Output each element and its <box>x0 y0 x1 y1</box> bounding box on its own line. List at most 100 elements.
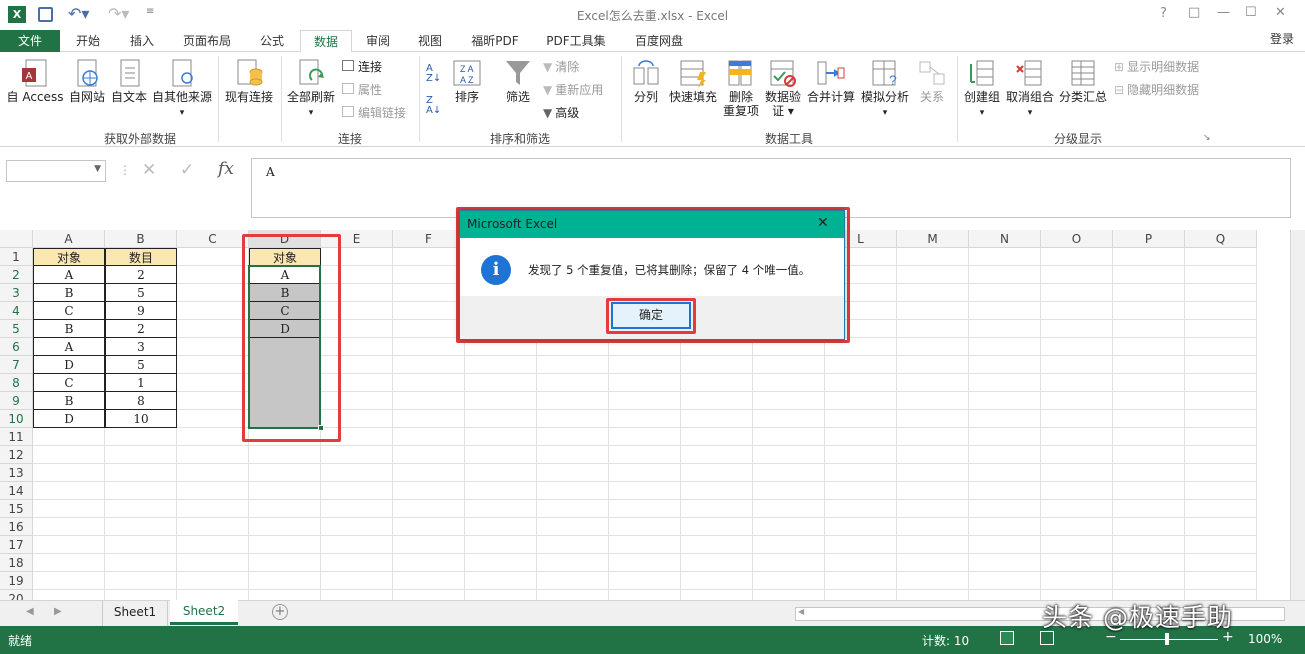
ok-button[interactable]: 确定 <box>611 302 691 329</box>
cell-a4[interactable]: C <box>33 302 105 320</box>
from-web-button[interactable]: 自网站 <box>66 58 108 104</box>
row-header-19[interactable]: 19 <box>0 572 33 590</box>
relationships-button[interactable]: 关系 <box>912 58 952 104</box>
cell-a3[interactable]: B <box>33 284 105 302</box>
cell-a2[interactable]: A <box>33 266 105 284</box>
close-button[interactable]: ✕ <box>1275 5 1286 20</box>
scroll-sheets-left-icon[interactable]: ◀ <box>26 606 34 617</box>
sort-za-button[interactable]: Z A↓ <box>426 96 441 116</box>
consolidate-button[interactable]: 合并计算 <box>804 58 858 104</box>
hide-detail-button[interactable]: ⊟ 隐藏明细数据 <box>1114 83 1199 97</box>
row-header-8[interactable]: 8 <box>0 374 33 392</box>
group-button[interactable]: 创建组 ▾ <box>960 58 1004 120</box>
row-header-6[interactable]: 6 <box>0 338 33 356</box>
tab-pdf-tools[interactable]: PDF工具集 <box>538 30 614 52</box>
name-box[interactable]: ▼ <box>6 160 106 182</box>
vertical-scrollbar[interactable] <box>1290 230 1305 600</box>
column-header-a[interactable]: A <box>33 230 105 248</box>
login-link[interactable]: 登录 <box>1262 28 1302 50</box>
what-if-analysis-button[interactable]: ? 模拟分析 ▾ <box>858 58 912 120</box>
tab-view[interactable]: 视图 <box>408 30 452 52</box>
reapply-button[interactable]: ▼ 重新应用 <box>543 83 603 97</box>
subtotal-button[interactable]: 分类汇总 <box>1056 58 1110 104</box>
cell-a10[interactable]: D <box>33 410 105 428</box>
tab-review[interactable]: 审阅 <box>356 30 400 52</box>
tab-insert[interactable]: 插入 <box>118 30 166 52</box>
cell-b2[interactable]: 2 <box>105 266 177 284</box>
tab-home[interactable]: 开始 <box>64 30 112 52</box>
row-header-1[interactable]: 1 <box>0 248 33 266</box>
tab-data[interactable]: 数据 <box>300 30 352 53</box>
column-header-n[interactable]: N <box>969 230 1041 248</box>
row-header-7[interactable]: 7 <box>0 356 33 374</box>
maximize-button[interactable]: ☐ <box>1245 5 1257 20</box>
flash-fill-button[interactable]: 快速填充 <box>666 58 720 104</box>
cell-a6[interactable]: A <box>33 338 105 356</box>
row-header-2[interactable]: 2 <box>0 266 33 284</box>
scroll-sheets-right-icon[interactable]: ▶ <box>54 606 62 617</box>
ungroup-button[interactable]: 取消组合 ▾ <box>1004 58 1056 120</box>
minimize-button[interactable]: — <box>1217 5 1230 20</box>
row-header-14[interactable]: 14 <box>0 482 33 500</box>
data-validation-button[interactable]: 数据验证 ▾ <box>762 58 804 118</box>
from-text-button[interactable]: 自文本 <box>108 58 150 104</box>
name-box-dropdown-icon[interactable]: ▼ <box>94 164 101 174</box>
confirm-entry-icon[interactable]: ✓ <box>180 160 194 180</box>
cell-a1[interactable]: 对象 <box>33 248 105 266</box>
sort-az-button[interactable]: A Z↓ <box>426 64 441 84</box>
column-header-o[interactable]: O <box>1041 230 1113 248</box>
cell-a5[interactable]: B <box>33 320 105 338</box>
row-header-10[interactable]: 10 <box>0 410 33 428</box>
text-to-columns-button[interactable]: 分列 <box>626 58 666 104</box>
cancel-entry-icon[interactable]: ✕ <box>142 160 156 180</box>
zoom-level[interactable]: 100% <box>1248 632 1282 646</box>
edit-links-button[interactable]: 编辑链接 <box>342 106 406 120</box>
zoom-slider[interactable] <box>1120 639 1218 640</box>
cell-a7[interactable]: D <box>33 356 105 374</box>
help-button[interactable]: ? <box>1160 6 1167 21</box>
cell-b6[interactable]: 3 <box>105 338 177 356</box>
advanced-filter-button[interactable]: ▼ 高级 <box>543 106 579 120</box>
from-access-button[interactable]: A 自 Access <box>4 58 66 104</box>
normal-view-icon[interactable] <box>1000 631 1014 645</box>
sheet-tab-sheet1[interactable]: Sheet1 <box>102 601 168 626</box>
row-header-3[interactable]: 3 <box>0 284 33 302</box>
tab-file[interactable]: 文件 <box>0 30 60 52</box>
filter-button[interactable]: 筛选 <box>498 58 538 104</box>
column-header-b[interactable]: B <box>105 230 177 248</box>
ribbon-display-button[interactable]: □ <box>1188 5 1200 20</box>
dialog-close-button[interactable]: ✕ <box>817 215 829 231</box>
cell-b3[interactable]: 5 <box>105 284 177 302</box>
row-header-17[interactable]: 17 <box>0 536 33 554</box>
cell-a9[interactable]: B <box>33 392 105 410</box>
sort-button[interactable]: Z AA Z 排序 <box>448 58 486 104</box>
connections-button[interactable]: 连接 <box>342 60 382 74</box>
tab-formulas[interactable]: 公式 <box>248 30 296 52</box>
cell-b8[interactable]: 1 <box>105 374 177 392</box>
clear-filter-button[interactable]: ▼ 清除 <box>543 60 579 74</box>
dialog-launcher-icon[interactable]: ↘ <box>1203 133 1211 143</box>
show-detail-button[interactable]: ⊞ 显示明细数据 <box>1114 60 1199 74</box>
sheet-tab-sheet2[interactable]: Sheet2 <box>170 600 238 625</box>
select-all-corner[interactable] <box>0 230 33 248</box>
row-header-18[interactable]: 18 <box>0 554 33 572</box>
tab-foxit-pdf[interactable]: 福昕PDF <box>462 30 528 52</box>
row-header-12[interactable]: 12 <box>0 446 33 464</box>
existing-connections-button[interactable]: 现有连接 <box>222 58 276 104</box>
row-header-13[interactable]: 13 <box>0 464 33 482</box>
remove-duplicates-button[interactable]: 删除 重复项 <box>720 58 762 118</box>
tab-page-layout[interactable]: 页面布局 <box>172 30 242 52</box>
tab-baidu-netdisk[interactable]: 百度网盘 <box>624 30 694 52</box>
column-header-p[interactable]: P <box>1113 230 1185 248</box>
row-header-5[interactable]: 5 <box>0 320 33 338</box>
row-header-9[interactable]: 9 <box>0 392 33 410</box>
cell-a8[interactable]: C <box>33 374 105 392</box>
row-header-4[interactable]: 4 <box>0 302 33 320</box>
hscroll-left-icon[interactable]: ◀ <box>798 607 804 616</box>
column-header-f[interactable]: F <box>393 230 465 248</box>
cell-b9[interactable]: 8 <box>105 392 177 410</box>
cell-b7[interactable]: 5 <box>105 356 177 374</box>
add-sheet-button[interactable]: + <box>272 604 288 620</box>
row-header-15[interactable]: 15 <box>0 500 33 518</box>
zoom-slider-thumb[interactable] <box>1165 633 1169 645</box>
